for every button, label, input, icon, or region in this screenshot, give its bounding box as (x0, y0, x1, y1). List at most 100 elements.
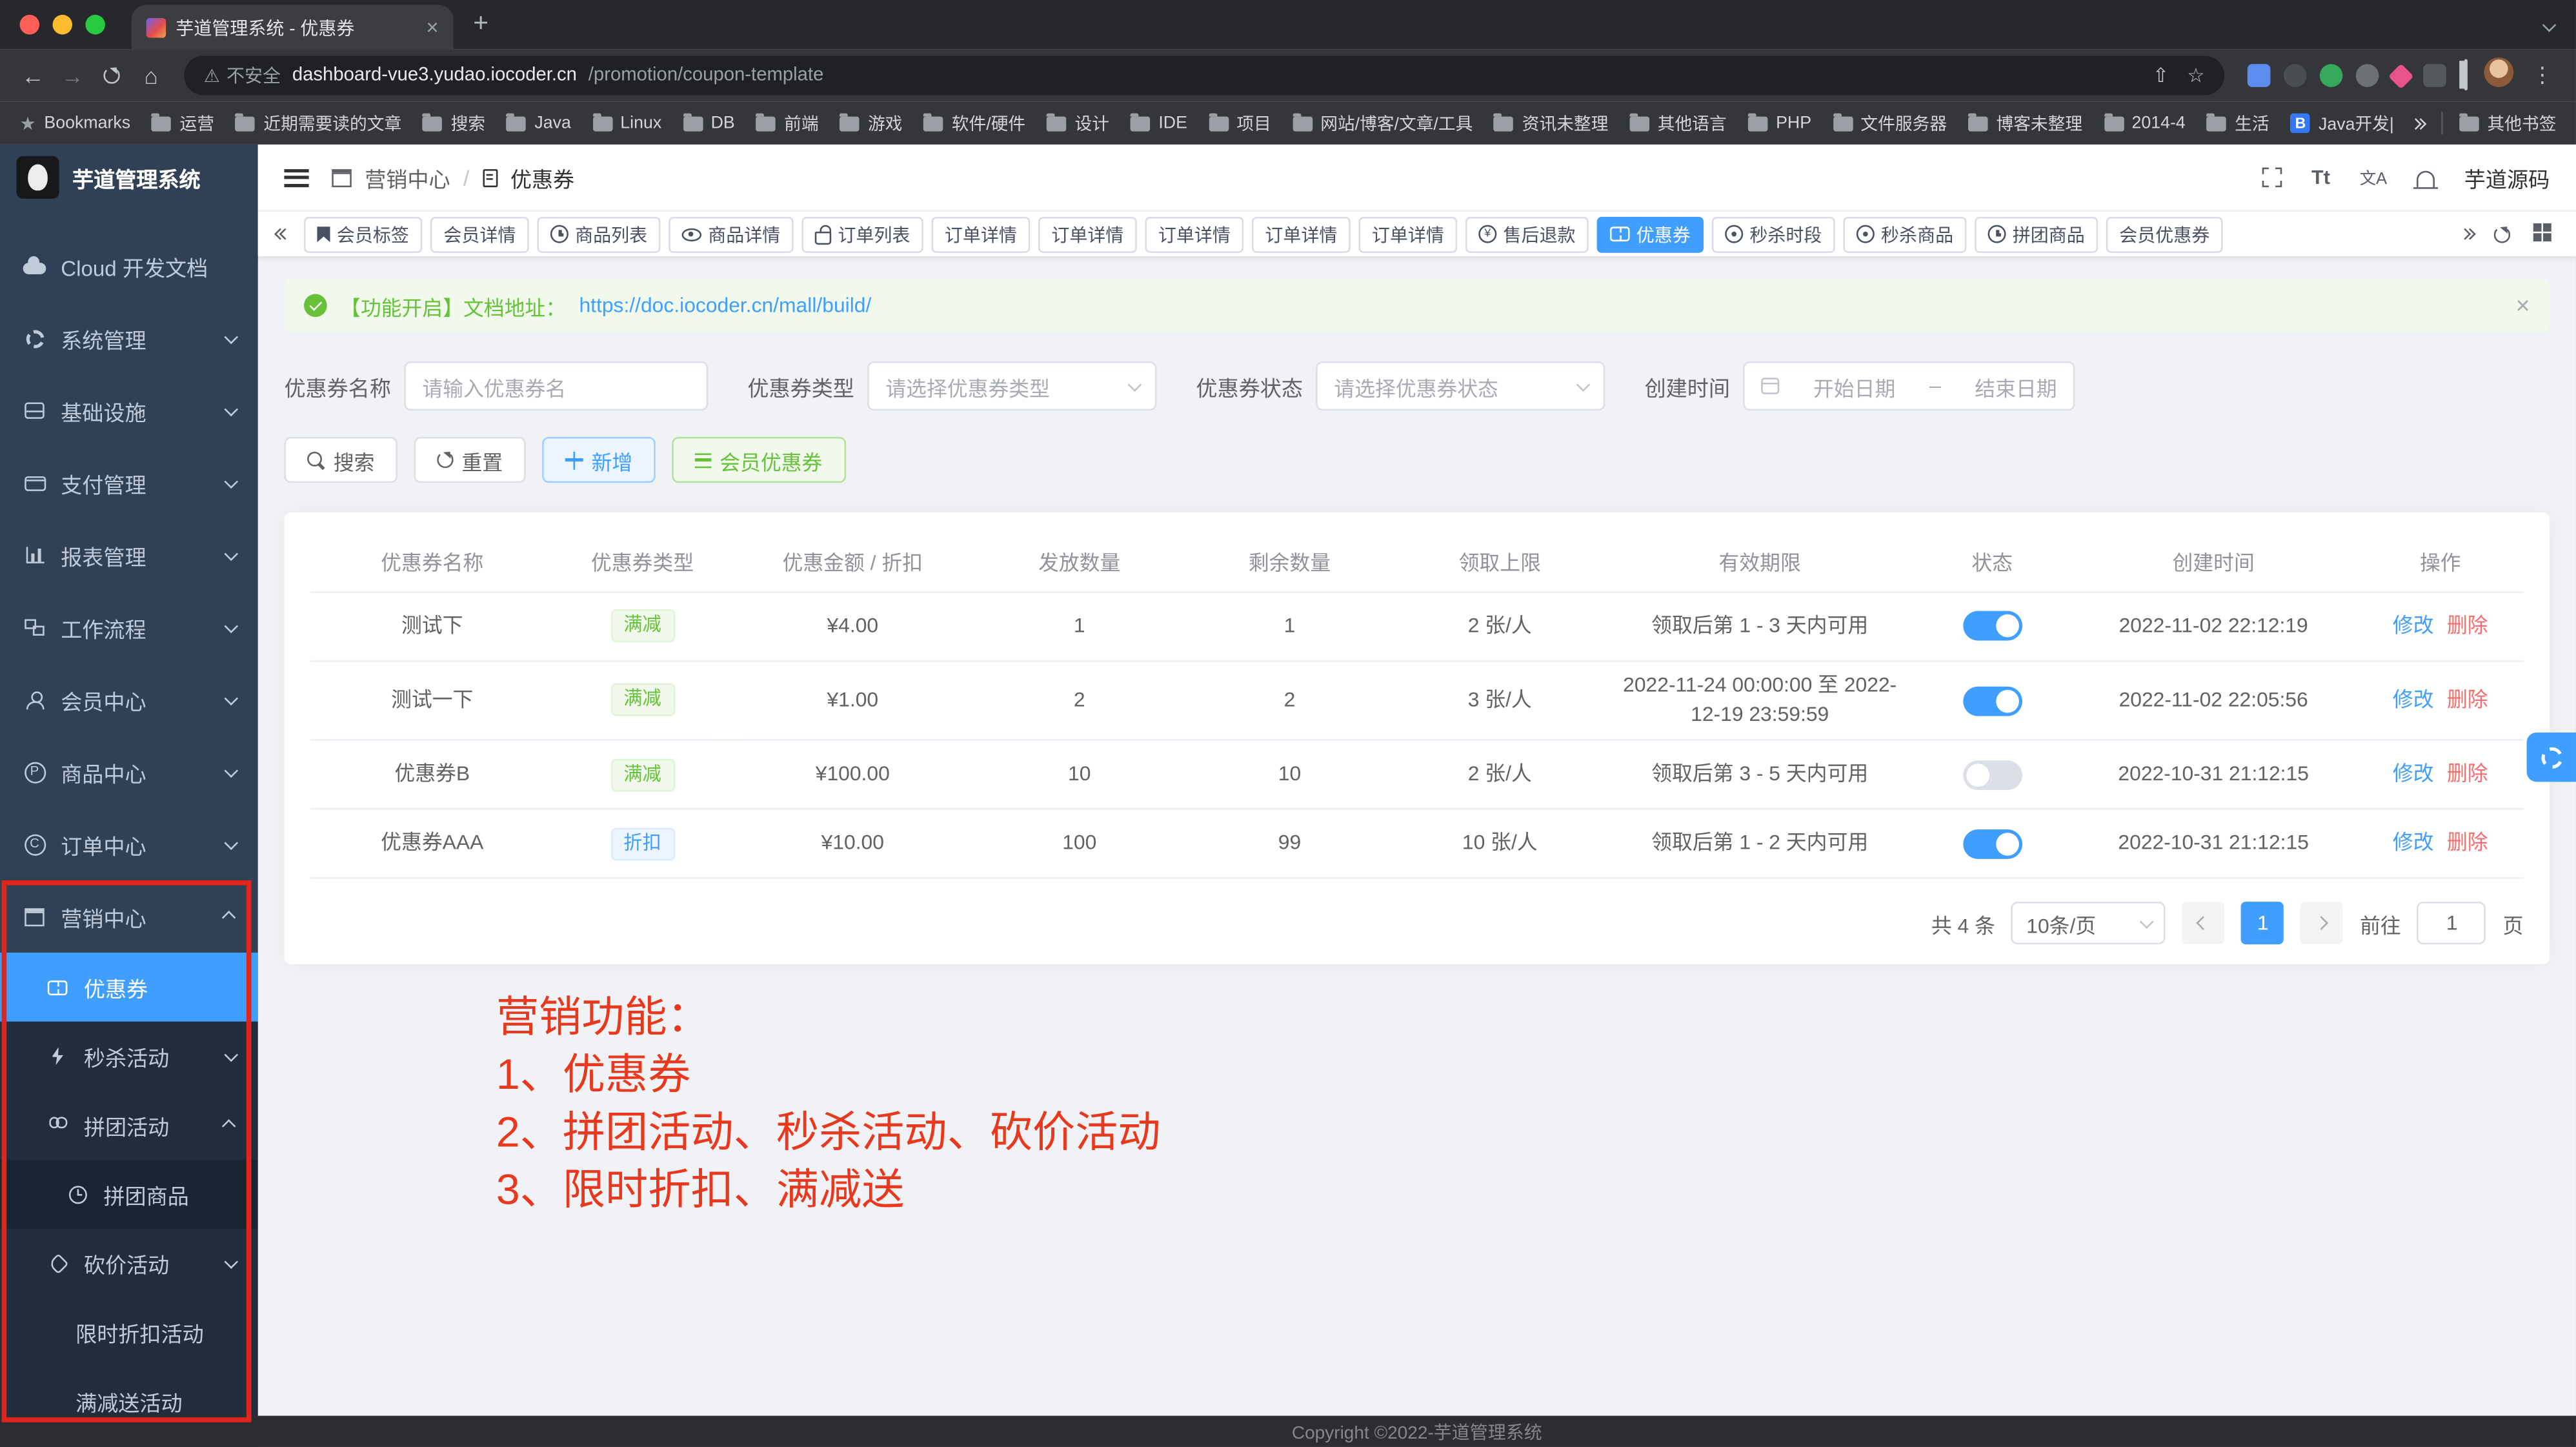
sidebar-item-product-center[interactable]: 商品中心 (0, 736, 258, 808)
collapse-sidebar-icon[interactable] (284, 168, 308, 187)
tab-refund[interactable]: 售后退款 (1465, 216, 1589, 252)
sidebar-item-payment[interactable]: 支付管理 (0, 447, 258, 519)
sidebar-item-order-center[interactable]: 订单中心 (0, 808, 258, 880)
tab-member-coupon[interactable]: 会员优惠券 (2106, 216, 2223, 252)
tab-search-icon[interactable] (2543, 10, 2553, 39)
bookmark-site[interactable]: B Java开发|小组首... (2291, 111, 2394, 136)
tab-order-detail[interactable]: 订单详情 (1145, 216, 1243, 252)
status-toggle[interactable] (1962, 686, 2022, 716)
bookmark-folder[interactable]: 博客未整理 (1968, 111, 2082, 136)
close-icon[interactable]: × (2515, 293, 2530, 318)
close-tab-icon[interactable]: × (426, 16, 438, 37)
bookmark-folder[interactable]: 软件/硬件 (924, 111, 1026, 136)
extension-icon[interactable] (2320, 64, 2343, 87)
page-number-button[interactable]: 1 (2242, 902, 2284, 944)
close-window-button[interactable] (20, 15, 40, 35)
sidebar-item-group-buy[interactable]: 拼团活动 (0, 1091, 258, 1160)
add-button[interactable]: 新增 (542, 437, 656, 483)
tags-options-icon[interactable] (2525, 227, 2559, 240)
settings-fab[interactable] (2527, 733, 2576, 782)
bookmark-folder[interactable]: 前端 (756, 111, 819, 136)
extensions-puzzle-icon[interactable] (2423, 64, 2446, 87)
browser-menu-icon[interactable]: ⋮ (2522, 63, 2563, 89)
language-icon[interactable] (2360, 163, 2387, 192)
sidebar-item-group-products[interactable]: 拼团商品 (0, 1160, 258, 1229)
tab-seckill-product[interactable]: 秒杀商品 (1844, 216, 1967, 252)
bookmark-folder[interactable]: 近期需要读的文章 (236, 111, 401, 136)
bookmark-folder[interactable]: 项目 (1209, 111, 1271, 136)
tab-order-detail[interactable]: 订单详情 (1038, 216, 1137, 252)
coupon-name-input[interactable]: 请输入优惠券名 (404, 361, 708, 410)
bookmark-folder[interactable]: 网站/博客/文章/工具 (1293, 111, 1473, 136)
sidebar-item-infra[interactable]: 基础设施 (0, 374, 258, 447)
date-range-picker[interactable]: 开始日期 – 结束日期 (1743, 361, 2075, 410)
sidebar-item-bargain[interactable]: 砍价活动 (0, 1229, 258, 1298)
side-panel-icon[interactable] (2456, 61, 2476, 90)
address-bar[interactable]: ⚠ 不安全 dashboard-vue3.yudao.iocoder.cn /p… (184, 56, 2224, 96)
status-toggle[interactable] (1962, 829, 2022, 859)
extension-icon[interactable] (2248, 64, 2271, 87)
bookmark-folder[interactable]: 设计 (1047, 111, 1109, 136)
home-button[interactable]: ⌂ (132, 63, 171, 89)
bookmark-folder[interactable]: Linux (592, 114, 661, 134)
bookmark-folder[interactable]: 游戏 (840, 111, 903, 136)
tab-member-tag[interactable]: 会员标签 (304, 216, 422, 252)
sidebar-item-report[interactable]: 报表管理 (0, 519, 258, 591)
security-warning[interactable]: ⚠ 不安全 (204, 63, 281, 89)
reset-button[interactable]: 重置 (414, 437, 526, 483)
sidebar-item-cloud-docs[interactable]: Cloud 开发文档 (0, 230, 258, 302)
tags-scroll-right-icon[interactable] (2459, 230, 2479, 238)
reload-button[interactable] (92, 63, 132, 89)
edit-link[interactable]: 修改 (2393, 762, 2434, 785)
bookmark-folder[interactable]: 运营 (152, 111, 214, 136)
tab-order-detail[interactable]: 订单详情 (1252, 216, 1351, 252)
tab-seckill-time[interactable]: 秒杀时段 (1712, 216, 1835, 252)
share-icon[interactable]: ⇧ (2153, 64, 2169, 87)
sidebar-item-system[interactable]: 系统管理 (0, 302, 258, 374)
username[interactable]: 芋道源码 (2464, 162, 2550, 193)
sidebar-item-marketing-center[interactable]: 营销中心 (0, 880, 258, 953)
minimize-window-button[interactable] (52, 15, 72, 35)
sidebar-item-seckill[interactable]: 秒杀活动 (0, 1022, 258, 1091)
font-size-icon[interactable] (2311, 163, 2330, 192)
prev-page-button[interactable] (2182, 902, 2225, 944)
bookmarks-overflow-icon[interactable] (2415, 119, 2424, 127)
tags-scroll-left-icon[interactable] (274, 230, 294, 238)
bookmark-folder[interactable]: 搜索 (423, 111, 485, 136)
tab-coupon-active[interactable]: 优惠券 (1597, 216, 1704, 252)
sidebar-item-time-discount[interactable]: 限时折扣活动 (0, 1297, 258, 1366)
other-bookmarks[interactable]: 其他书签 (2459, 111, 2556, 136)
bookmark-folder[interactable]: 2014-4 (2104, 114, 2186, 134)
new-tab-button[interactable]: + (473, 10, 488, 39)
tab-order-detail[interactable]: 订单详情 (1358, 216, 1457, 252)
delete-link[interactable]: 删除 (2447, 614, 2488, 637)
tab-order-list[interactable]: 订单列表 (801, 216, 923, 252)
delete-link[interactable]: 删除 (2447, 831, 2488, 855)
bookmark-folder[interactable]: 生活 (2207, 111, 2269, 136)
tab-product-list[interactable]: 商品列表 (538, 216, 661, 252)
sidebar-item-coupon[interactable]: 优惠券 (0, 953, 258, 1022)
profile-avatar[interactable] (2476, 57, 2522, 95)
bookmark-item[interactable]: ★ Bookmarks (20, 112, 131, 134)
goto-page-input[interactable]: 1 (2417, 902, 2486, 944)
coupon-type-select[interactable]: 请选择优惠券类型 (867, 361, 1156, 410)
edit-link[interactable]: 修改 (2393, 614, 2434, 637)
breadcrumb-item[interactable]: 营销中心 (365, 162, 450, 193)
sidebar-item-workflow[interactable]: 工作流程 (0, 591, 258, 663)
bookmark-folder[interactable]: 资讯未整理 (1494, 111, 1608, 136)
bookmark-folder[interactable]: Java (507, 114, 571, 134)
bookmark-folder[interactable]: DB (683, 114, 734, 134)
app-logo[interactable]: 芋道管理系统 (0, 145, 258, 210)
browser-tab[interactable]: 芋道管理系统 - 优惠券 × (132, 5, 454, 50)
next-page-button[interactable] (2300, 902, 2343, 944)
coupon-status-select[interactable]: 请选择优惠券状态 (1316, 361, 1605, 410)
extension-icon[interactable] (2356, 64, 2379, 87)
back-button[interactable]: ← (13, 63, 52, 89)
tab-order-detail[interactable]: 订单详情 (932, 216, 1031, 252)
sidebar-item-member-center[interactable]: 会员中心 (0, 663, 258, 736)
edit-link[interactable]: 修改 (2393, 831, 2434, 855)
edit-link[interactable]: 修改 (2393, 688, 2434, 711)
bookmark-folder[interactable]: 文件服务器 (1833, 111, 1947, 136)
fullscreen-icon[interactable] (2262, 168, 2282, 188)
delete-link[interactable]: 删除 (2447, 688, 2488, 711)
